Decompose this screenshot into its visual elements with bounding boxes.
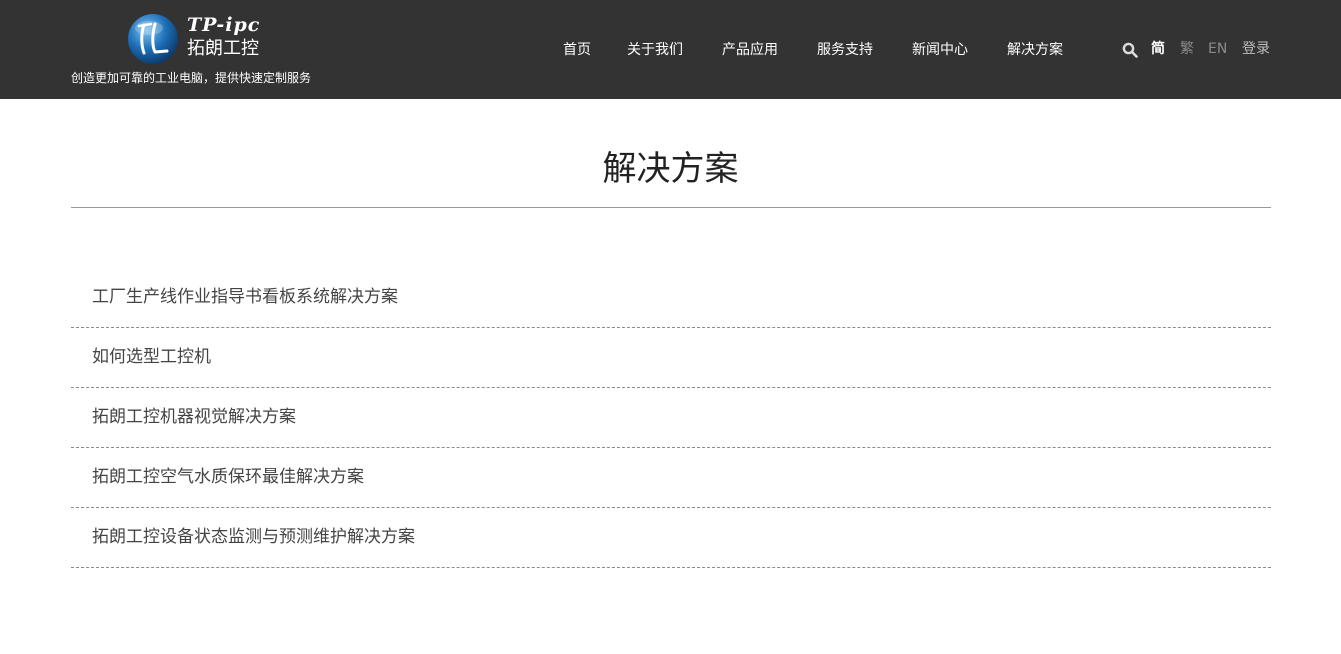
page-title: 解决方案 [602, 149, 739, 189]
nav-item-products[interactable]: 产品应用 [722, 41, 778, 59]
nav-item-solutions[interactable]: 解决方案 [1007, 41, 1063, 59]
nav-item-support[interactable]: 服务支持 [817, 41, 873, 59]
list-item[interactable]: 工厂生产线作业指导书看板系统解决方案 [71, 268, 1271, 328]
nav-item-news[interactable]: 新闻中心 [912, 41, 968, 59]
login-link[interactable]: 登录 [1242, 40, 1270, 58]
site-logo[interactable]: TP-ipc 拓朗工控 [127, 12, 267, 66]
lang-english[interactable]: EN [1208, 40, 1227, 58]
lang-simplified[interactable]: 简 [1151, 40, 1165, 58]
list-item-label[interactable]: 拓朗工控机器视觉解决方案 [92, 406, 296, 428]
lang-traditional[interactable]: 繁 [1180, 40, 1194, 58]
list-item[interactable]: 拓朗工控空气水质保环最佳解决方案 [71, 448, 1271, 508]
list-item-label[interactable]: 如何选型工控机 [92, 346, 211, 368]
site-header: TP-ipc 拓朗工控 创造更加可靠的工业电脑，提供快速定制服务 首页 关于我们… [0, 0, 1341, 99]
list-item[interactable]: 拓朗工控设备状态监测与预测维护解决方案 [71, 508, 1271, 568]
title-divider [71, 207, 1271, 208]
nav-item-home[interactable]: 首页 [563, 41, 591, 59]
logo-text-cn: 拓朗工控 [187, 38, 259, 59]
logo-mark-icon [128, 14, 178, 64]
list-item-label[interactable]: 工厂生产线作业指导书看板系统解决方案 [92, 286, 398, 308]
list-item-label[interactable]: 拓朗工控空气水质保环最佳解决方案 [92, 466, 364, 488]
list-item-label[interactable]: 拓朗工控设备状态监测与预测维护解决方案 [92, 526, 415, 548]
logo-text-en: TP-ipc [187, 14, 261, 36]
search-icon[interactable] [1122, 42, 1138, 58]
list-item[interactable]: 如何选型工控机 [71, 328, 1271, 388]
site-tagline: 创造更加可靠的工业电脑，提供快速定制服务 [71, 71, 312, 85]
solution-list: 工厂生产线作业指导书看板系统解决方案 如何选型工控机 拓朗工控机器视觉解决方案 … [71, 268, 1271, 568]
list-item[interactable]: 拓朗工控机器视觉解决方案 [71, 388, 1271, 448]
nav-item-about[interactable]: 关于我们 [627, 41, 683, 59]
